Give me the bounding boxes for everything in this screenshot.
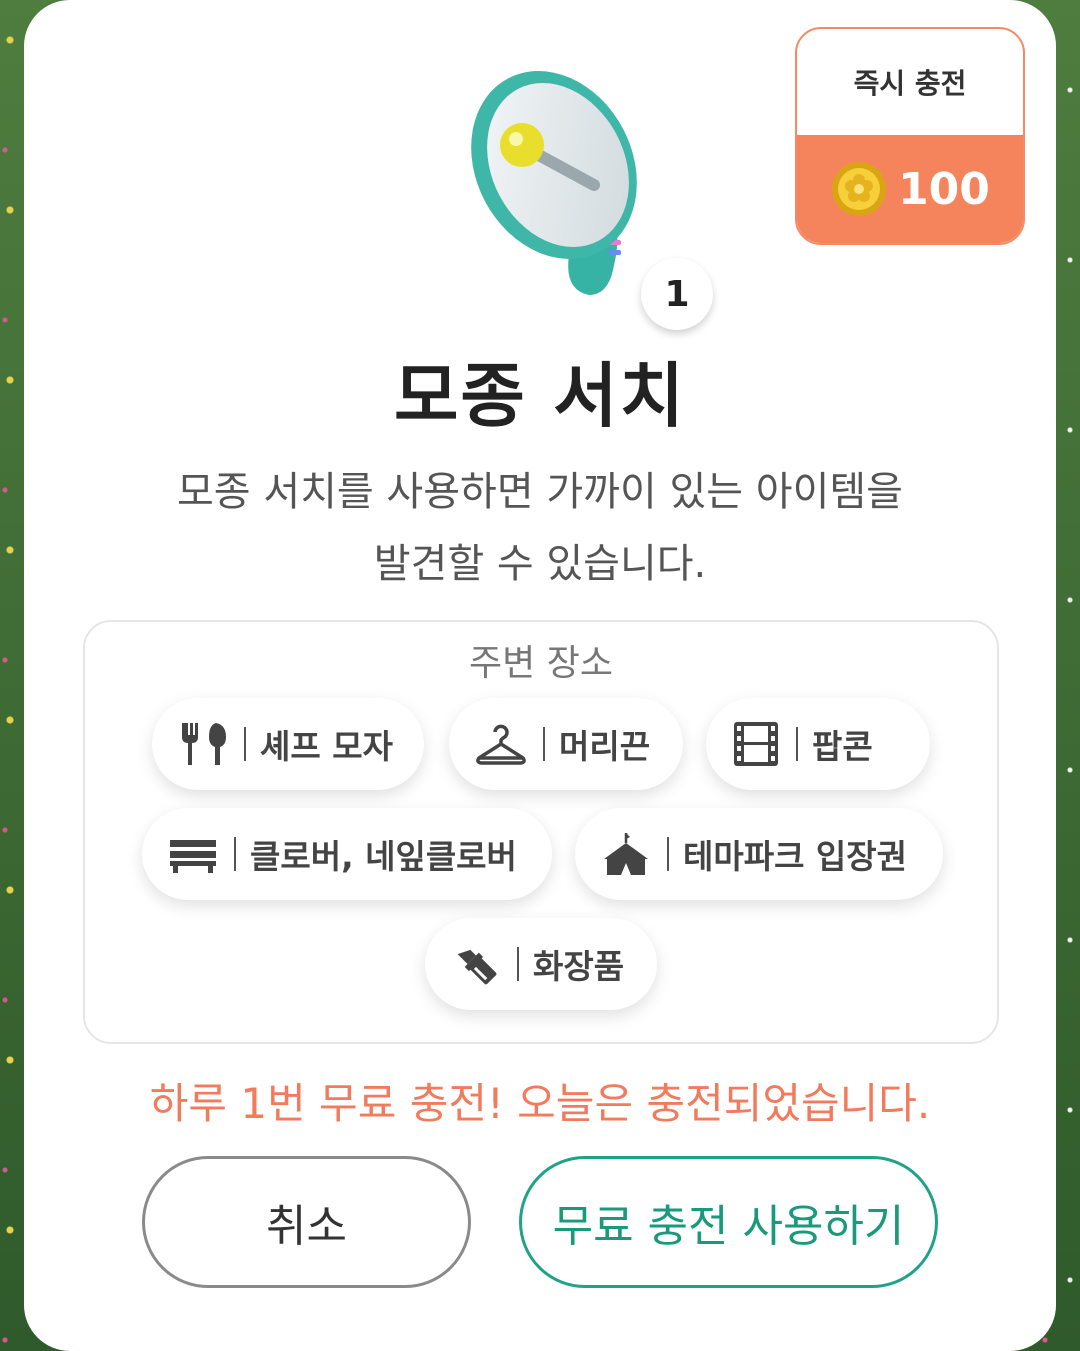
lipstick-icon bbox=[457, 949, 497, 985]
place-chip-cosmetics[interactable]: 화장품 bbox=[425, 918, 657, 1010]
coin-icon bbox=[832, 162, 887, 216]
free-charge-notice: 하루 1번 무료 충전! 오늘은 충전되었습니다. bbox=[149, 1079, 931, 1128]
fork-knife-icon bbox=[182, 723, 226, 765]
place-label: 화장품 bbox=[533, 947, 625, 986]
nearby-places-panel: 주변 장소 셰프 모자 머리끈 팝콘 클로버, 네잎클로버 테마파크 입장권 화… bbox=[83, 620, 999, 1044]
cancel-button[interactable]: 취소 bbox=[142, 1156, 471, 1288]
bench-icon bbox=[170, 840, 216, 873]
place-label: 팝콘 bbox=[812, 727, 873, 766]
place-chip-popcorn[interactable]: 팝콘 bbox=[706, 698, 930, 790]
use-free-charge-button[interactable]: 무료 충전 사용하기 bbox=[519, 1156, 938, 1288]
instant-charge-label: 즉시 충전 bbox=[853, 67, 967, 100]
film-icon bbox=[734, 722, 778, 766]
place-chip-clover[interactable]: 클로버, 네잎클로버 bbox=[142, 808, 552, 900]
place-label: 머리끈 bbox=[559, 727, 651, 766]
description-line-2: 발견할 수 있습니다. bbox=[373, 541, 707, 587]
instant-charge-button[interactable]: 즉시 충전 100 bbox=[795, 27, 1025, 245]
item-title: 모종 서치 bbox=[394, 355, 686, 437]
place-label: 테마파크 입장권 bbox=[683, 837, 908, 876]
item-count-badge: 1 bbox=[641, 258, 713, 330]
place-chip-hair-tie[interactable]: 머리끈 bbox=[449, 698, 683, 790]
nearby-places-title: 주변 장소 bbox=[469, 643, 613, 684]
description-line-1: 모종 서치를 사용하면 가까이 있는 아이템을 bbox=[177, 469, 903, 515]
item-dialog: 1 즉시 충전 100 모종 서치 모종 서치를 사용하면 가까이 있는 아이템… bbox=[24, 0, 1056, 1351]
place-chip-theme-park-ticket[interactable]: 테마파크 입장권 bbox=[575, 808, 943, 900]
charge-price: 100 bbox=[797, 135, 1023, 243]
circus-tent-icon bbox=[604, 833, 648, 875]
hanger-icon bbox=[476, 724, 526, 765]
place-label: 셰프 모자 bbox=[260, 727, 393, 766]
charge-amount: 100 bbox=[898, 163, 990, 215]
place-label: 클로버, 네잎클로버 bbox=[250, 837, 517, 876]
item-description: 모종 서치를 사용하면 가까이 있는 아이템을 발견할 수 있습니다. bbox=[124, 456, 956, 600]
megaphone-icon bbox=[471, 71, 637, 295]
place-chip-chef-hat[interactable]: 셰프 모자 bbox=[152, 698, 424, 790]
